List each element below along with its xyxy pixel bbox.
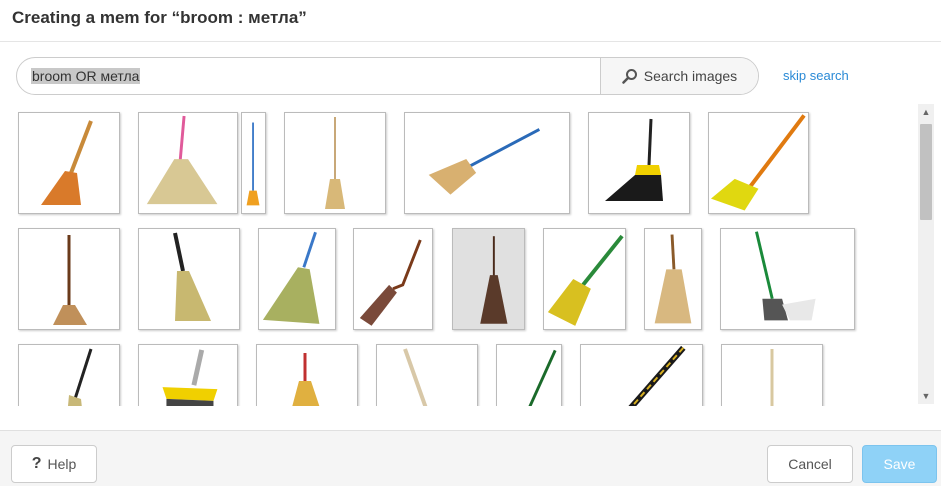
image-result[interactable] (18, 344, 120, 406)
image-result[interactable] (256, 344, 358, 406)
search-input[interactable]: broom OR метла (17, 58, 600, 94)
image-result[interactable] (404, 112, 570, 214)
image-result[interactable] (138, 112, 238, 214)
image-result[interactable] (376, 344, 478, 406)
image-result[interactable] (588, 112, 690, 214)
help-button[interactable]: ? Help (11, 445, 97, 483)
image-result[interactable] (543, 228, 626, 330)
triangle-up-icon[interactable]: ▲ (918, 104, 934, 120)
cancel-button[interactable]: Cancel (767, 445, 853, 483)
search-bar: broom OR метла Search images (16, 57, 759, 95)
save-button[interactable]: Save (862, 445, 937, 483)
scrollbar-thumb[interactable] (920, 124, 932, 220)
search-query-text: broom OR метла (31, 68, 141, 84)
image-result[interactable] (138, 228, 240, 330)
search-images-button[interactable]: Search images (600, 58, 758, 94)
image-result[interactable] (138, 344, 238, 406)
create-mem-dialog: Creating a mem for “broom : метла” broom… (0, 0, 941, 486)
image-result[interactable] (720, 228, 855, 330)
image-result[interactable] (353, 228, 433, 330)
image-result[interactable] (258, 228, 336, 330)
image-result[interactable] (721, 344, 823, 406)
results-scrollbar[interactable]: ▲ ▼ (918, 104, 934, 404)
question-icon: ? (31, 455, 42, 472)
image-result[interactable] (284, 112, 386, 214)
image-result[interactable] (18, 112, 120, 214)
image-result[interactable] (708, 112, 809, 214)
image-result[interactable] (496, 344, 562, 406)
image-result[interactable] (18, 228, 120, 330)
image-result[interactable] (241, 112, 266, 214)
image-result[interactable] (580, 344, 703, 406)
dialog-header: Creating a mem for “broom : метла” (0, 0, 941, 42)
image-results-grid (0, 104, 941, 406)
image-result[interactable] (452, 228, 525, 330)
help-label: Help (47, 456, 77, 472)
magnifier-icon (622, 69, 637, 84)
dialog-title: Creating a mem for “broom : метла” (12, 8, 307, 27)
triangle-down-icon[interactable]: ▼ (918, 388, 934, 404)
skip-search-link[interactable]: skip search (783, 68, 849, 83)
image-result[interactable] (644, 228, 702, 330)
search-images-label: Search images (643, 68, 738, 84)
